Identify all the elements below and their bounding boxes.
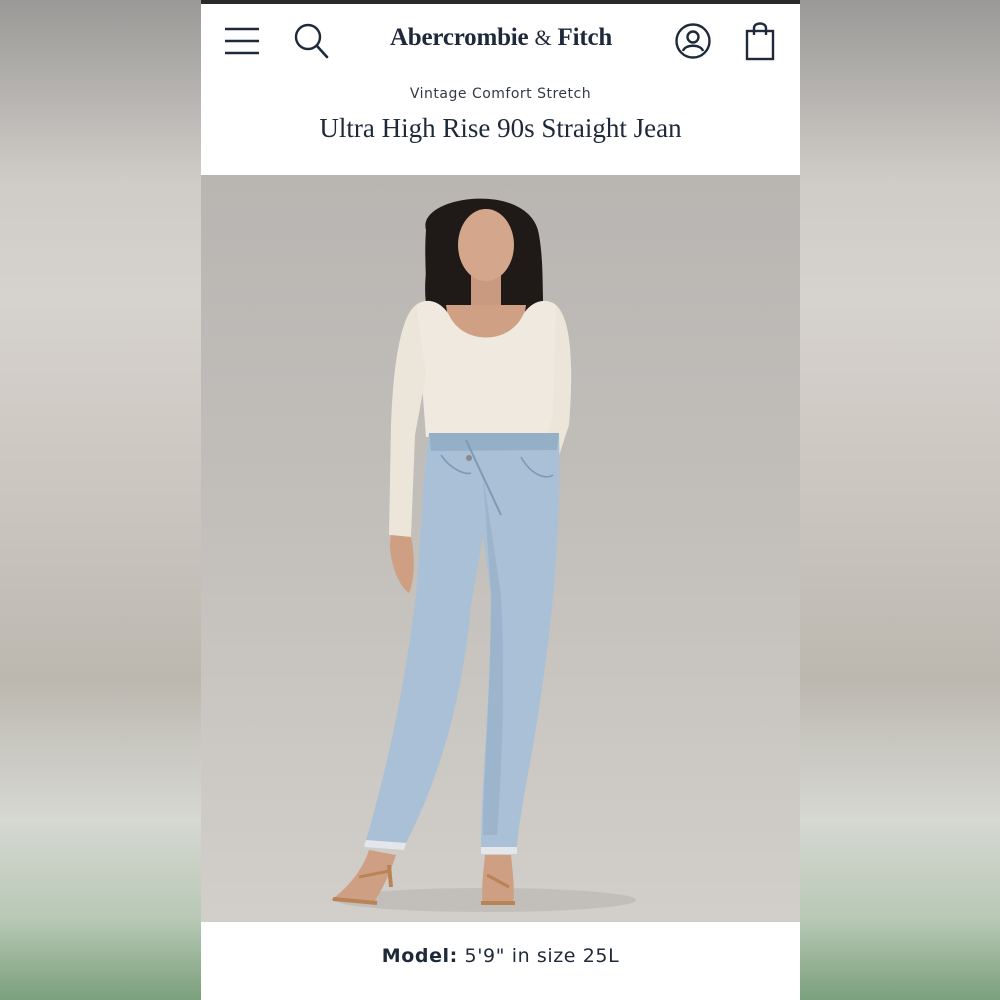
product-collection-label: Vintage Comfort Stretch xyxy=(409,86,592,102)
site-header: Abercrombie & Fitch xyxy=(201,4,800,76)
brand-name: Abercrombie xyxy=(389,24,529,51)
product-image[interactable] xyxy=(201,175,800,922)
brand-ampersand: & xyxy=(534,25,552,50)
brand-logo[interactable]: Abercrombie & Fitch xyxy=(351,24,651,52)
hamburger-menu-icon[interactable] xyxy=(223,24,261,58)
mobile-product-page: Abercrombie & Fitch Vintage Comfort Stre… xyxy=(201,0,800,1000)
caption-label: Model: xyxy=(381,945,458,967)
product-title: Ultra High Rise 90s Straight Jean xyxy=(319,113,682,143)
model-size-caption: Model: 5'9" in size 25L xyxy=(201,945,800,967)
caption-value: 5'9" in size 25L xyxy=(457,945,620,967)
brand-name-2: Fitch xyxy=(557,24,613,51)
search-icon[interactable] xyxy=(293,22,329,60)
account-icon[interactable] xyxy=(674,22,712,60)
model-photo xyxy=(331,198,636,912)
shopping-bag-icon[interactable] xyxy=(744,20,776,62)
